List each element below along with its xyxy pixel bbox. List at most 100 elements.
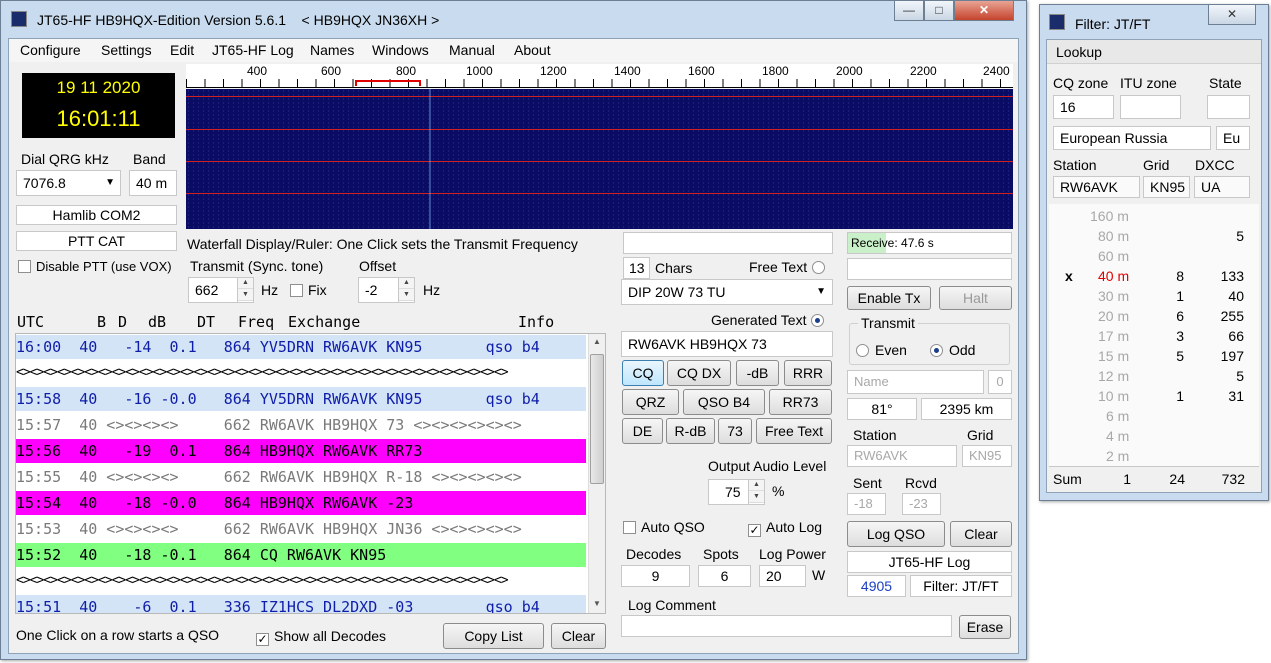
radio-circle xyxy=(811,314,825,327)
band-label: Band xyxy=(133,151,166,167)
ruler-tick-400: 400 xyxy=(247,64,268,78)
decode-scrollbar[interactable]: ▲ ▼ xyxy=(588,334,605,613)
decode-row[interactable]: 15:53 40 <><><><> 662 RW6AVK HB9HQX JN36… xyxy=(16,517,586,541)
menu-settings[interactable]: Settings xyxy=(101,42,152,58)
free-text-select[interactable]: DIP 20W 73 TU ▼ xyxy=(621,279,833,305)
macro-rdb-button[interactable]: R-dB xyxy=(666,418,715,444)
name-count: 0 xyxy=(988,370,1012,394)
macro-73-button[interactable]: 73 xyxy=(718,418,752,444)
sent-field[interactable]: -18 xyxy=(847,493,886,515)
offset-spinner[interactable]: ▲ ▼ xyxy=(398,278,414,302)
app-icon xyxy=(11,11,27,27)
macro-freetext-button[interactable]: Free Text xyxy=(756,418,832,444)
log-power-input[interactable]: 20 xyxy=(759,565,806,587)
generated-text-radio[interactable]: Generated Text xyxy=(711,312,825,328)
decode-row[interactable]: 15:58 40 -16 -0.0 864 YV5DRN RW6AVK KN95… xyxy=(16,387,586,411)
show-all-decodes-checkbox[interactable]: ✓ Show all Decodes xyxy=(256,628,386,646)
state-field xyxy=(1207,95,1250,119)
sum-label: Sum xyxy=(1053,471,1082,487)
free-text-radio[interactable]: Free Text xyxy=(749,259,826,275)
decode-row[interactable]: 15:57 40 <><><><> 662 RW6AVK HB9HQX 73 <… xyxy=(16,413,586,437)
filter-close-button[interactable]: ✕ xyxy=(1208,5,1256,25)
macro-qsob4-button[interactable]: QSO B4 xyxy=(683,389,765,415)
copy-list-button[interactable]: Copy List xyxy=(443,623,544,649)
macro-rrr-button[interactable]: RRR xyxy=(784,360,832,386)
transmit-frequency-value: 662 xyxy=(195,282,219,298)
auto-qso-checkbox[interactable]: Auto QSO xyxy=(623,519,705,535)
maximize-button[interactable]: □ xyxy=(924,1,954,21)
transmit-spinner[interactable]: ▲ ▼ xyxy=(237,278,253,302)
waterfall-separator xyxy=(186,193,1013,194)
band-160m: 160 m xyxy=(1090,208,1129,224)
scroll-down-icon[interactable]: ▼ xyxy=(589,596,605,612)
band-field[interactable]: 40 m xyxy=(129,170,177,196)
minimize-button[interactable]: — xyxy=(894,1,924,21)
menu-configure[interactable]: Configure xyxy=(20,42,81,58)
fix-label: Fix xyxy=(308,282,327,298)
bearing-value: 81° xyxy=(847,398,917,420)
decode-row[interactable]: 15:55 40 <><><><> 662 RW6AVK HB9HQX R-18… xyxy=(16,465,586,489)
menu-manual[interactable]: Manual xyxy=(449,42,495,58)
auto-log-label: Auto Log xyxy=(766,519,823,535)
waterfall-display[interactable] xyxy=(186,89,1013,229)
scroll-up-icon[interactable]: ▲ xyxy=(589,334,605,350)
auto-log-checkbox[interactable]: ✓ Auto Log xyxy=(748,519,822,537)
macro-cq-button[interactable]: CQ xyxy=(622,360,664,386)
decode-row[interactable]: 15:52 40 -18 -0.1 864 CQ RW6AVK KN95 xyxy=(16,543,586,567)
macro-rr73-button[interactable]: RR73 xyxy=(769,389,832,415)
offset-input[interactable]: -2 ▲ ▼ xyxy=(358,277,415,303)
clear-qso-button[interactable]: Clear xyxy=(950,521,1012,547)
macro-qrz-button[interactable]: QRZ xyxy=(622,389,679,415)
macro-de-button[interactable]: DE xyxy=(622,418,663,444)
output-audio-input[interactable]: 75 ▲ ▼ xyxy=(708,479,765,505)
name-input[interactable]: Name xyxy=(847,370,984,394)
band-30m-count: 1 xyxy=(1176,288,1184,304)
erase-button[interactable]: Erase xyxy=(959,615,1011,639)
clock-display: 19 11 2020 16:01:11 xyxy=(22,73,175,138)
disable-ptt-checkbox[interactable]: Disable PTT (use VOX) xyxy=(18,259,172,274)
menu-log[interactable]: JT65-HF Log xyxy=(212,42,294,58)
audio-spinner[interactable]: ▲ ▼ xyxy=(748,480,764,504)
decodes-count: 9 xyxy=(621,565,690,587)
transmit-frequency-input[interactable]: 662 ▲ ▼ xyxy=(188,277,254,303)
menu-edit[interactable]: Edit xyxy=(170,42,194,58)
radio-circle xyxy=(930,344,943,357)
offset-label: Offset xyxy=(359,258,397,274)
band-30m: 30 m xyxy=(1098,288,1130,304)
chars-count: 13 xyxy=(623,257,650,279)
decode-row[interactable]: 16:00 40 -14 0.1 864 YV5DRN RW6AVK KN95 … xyxy=(16,335,586,359)
macro-cqdx-button[interactable]: CQ DX xyxy=(667,360,731,386)
decode-row[interactable]: 15:54 40 -18 -0.0 864 HB9HQX RW6AVK -23 xyxy=(16,491,586,515)
clear-list-button[interactable]: Clear xyxy=(551,623,606,649)
message-field[interactable] xyxy=(623,232,833,254)
status-field xyxy=(847,258,1012,280)
enable-tx-button[interactable]: Enable Tx xyxy=(847,286,931,310)
receive-status: Receive: 47.6 s xyxy=(847,232,1012,254)
frequency-ruler[interactable]: 400 600 800 1000 1200 1400 1600 1800 200… xyxy=(186,64,1013,88)
ruler-tick-800: 800 xyxy=(396,64,417,78)
close-button[interactable]: ✕ xyxy=(954,1,1014,21)
decode-row[interactable]: 15:51 40 -6 0.1 336 IZ1HCS DL2DXD -03 qs… xyxy=(16,595,586,613)
scroll-thumb[interactable] xyxy=(590,354,604,484)
menu-names[interactable]: Names xyxy=(310,42,354,58)
free-text-label: Free Text xyxy=(749,259,808,275)
offset-value: -2 xyxy=(365,282,378,298)
rcvd-field[interactable]: -23 xyxy=(902,493,941,515)
col-utc: UTC xyxy=(17,313,45,331)
band-80m-total: 5 xyxy=(1236,228,1244,244)
decode-row[interactable]: 15:56 40 -19 0.1 864 HB9HQX RW6AVK RR73 xyxy=(16,439,586,463)
menu-windows[interactable]: Windows xyxy=(372,42,429,58)
fix-checkbox[interactable]: Fix xyxy=(290,282,327,298)
spin-up-icon: ▲ xyxy=(399,278,414,289)
even-radio[interactable]: Even xyxy=(856,342,907,358)
odd-radio[interactable]: Odd xyxy=(930,342,975,358)
station-field[interactable]: RW6AVK xyxy=(847,445,957,467)
itu-zone-label: ITU zone xyxy=(1120,75,1177,91)
log-qso-button[interactable]: Log QSO xyxy=(847,521,945,547)
log-comment-input[interactable] xyxy=(621,615,952,637)
dial-qrg-select[interactable]: 7076.8 ▼ xyxy=(16,170,121,196)
menu-about[interactable]: About xyxy=(514,42,551,58)
macro-db-button[interactable]: -dB xyxy=(736,360,779,386)
halt-button[interactable]: Halt xyxy=(939,286,1012,310)
grid-field[interactable]: KN95 xyxy=(962,445,1012,467)
